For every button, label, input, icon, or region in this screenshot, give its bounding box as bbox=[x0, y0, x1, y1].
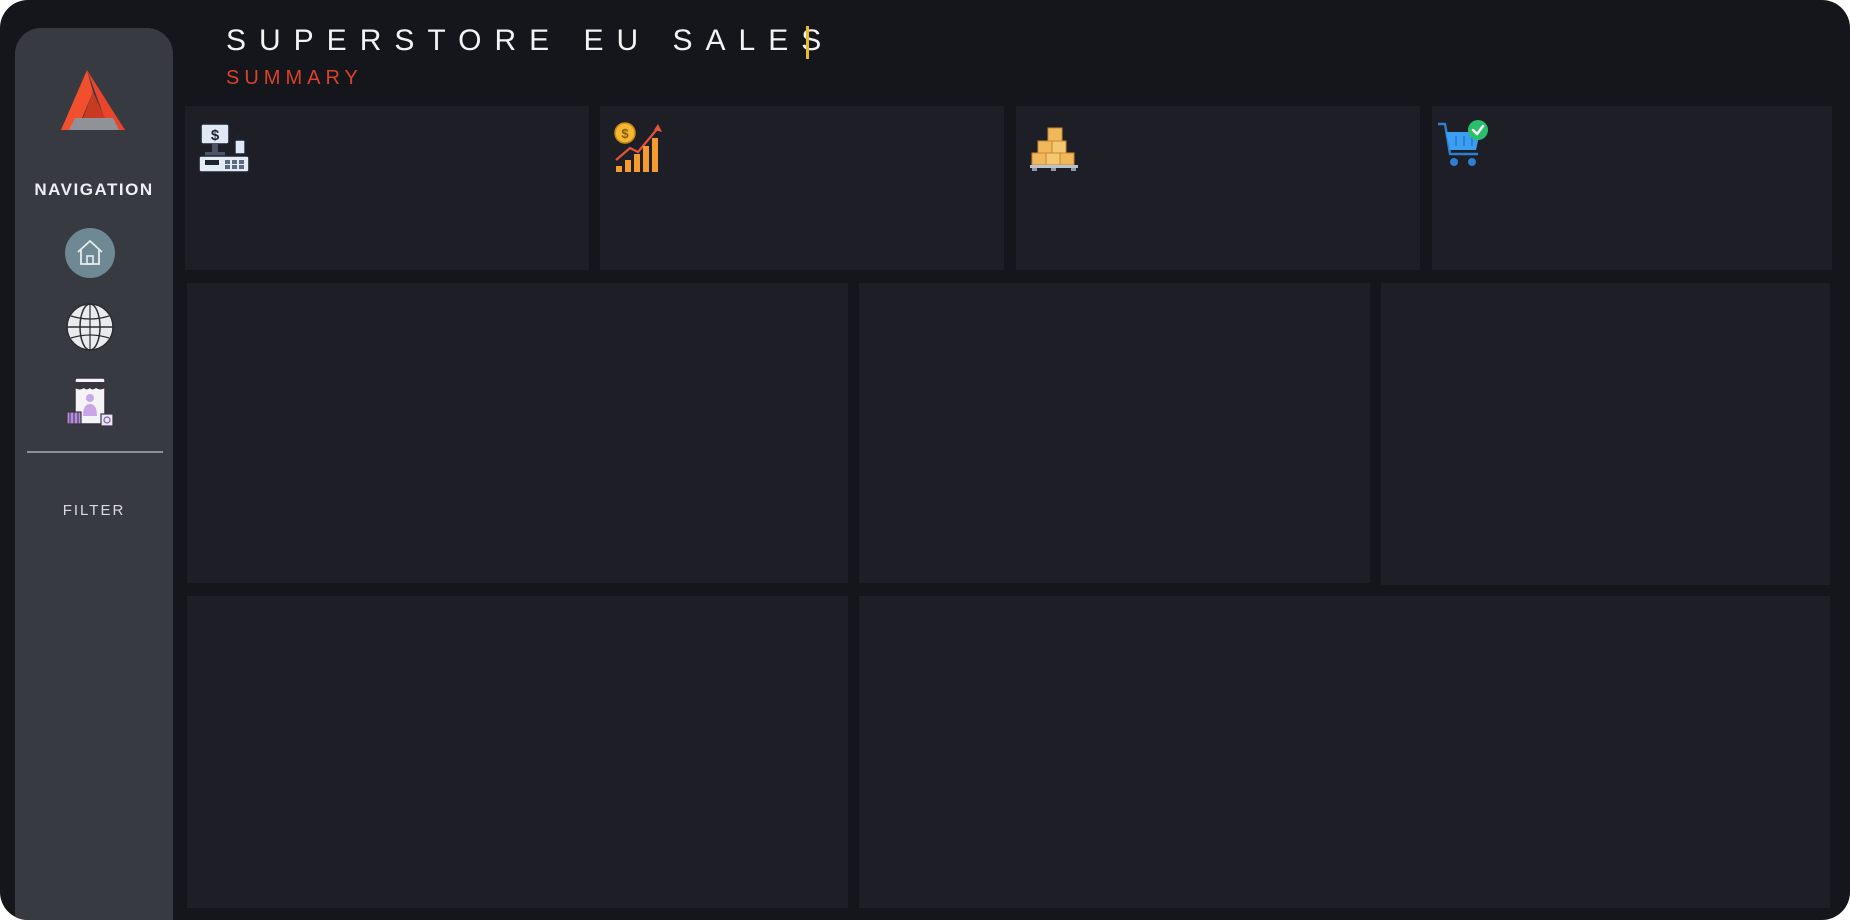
filter-heading[interactable]: FILTER bbox=[15, 502, 173, 519]
svg-text:$: $ bbox=[621, 126, 629, 141]
boxes-pallet-icon bbox=[1028, 120, 1082, 174]
nav-store-button[interactable] bbox=[65, 376, 117, 428]
svg-text:$: $ bbox=[211, 127, 220, 144]
kpi-card-quantity bbox=[1016, 106, 1420, 270]
navigation-heading: NAVIGATION bbox=[34, 180, 154, 199]
shopping-cart-check-icon bbox=[1436, 118, 1490, 172]
chart-panel-5 bbox=[859, 596, 1830, 908]
chart-panel-4 bbox=[187, 596, 848, 908]
sidebar: NAVIGATION FILTER bbox=[15, 28, 173, 920]
kpi-card-sales: $ bbox=[185, 106, 589, 270]
kpi-card-orders bbox=[1432, 106, 1832, 270]
store-icon bbox=[65, 376, 117, 428]
brand-logo bbox=[55, 68, 131, 138]
page-subtitle: SUMMARY bbox=[226, 67, 363, 89]
chart-panel-2 bbox=[859, 283, 1370, 583]
nav-home-button[interactable] bbox=[65, 228, 115, 278]
chart-panel-3 bbox=[1381, 283, 1830, 585]
nav-globe-button[interactable] bbox=[65, 302, 115, 352]
sidebar-divider bbox=[27, 451, 163, 453]
cash-register-icon: $ bbox=[197, 120, 251, 174]
page-title: SUPERSTORE EU SALES bbox=[226, 24, 835, 57]
growth-chart-icon: $ bbox=[612, 120, 666, 174]
globe-icon bbox=[65, 302, 115, 352]
dashboard-frame: NAVIGATION FILTER SUPERSTORE EU SALES SU… bbox=[0, 0, 1850, 920]
home-icon bbox=[65, 228, 115, 278]
kpi-card-profit: $ bbox=[600, 106, 1004, 270]
chart-panel-1 bbox=[187, 283, 848, 583]
title-cursor-bar bbox=[806, 26, 809, 59]
